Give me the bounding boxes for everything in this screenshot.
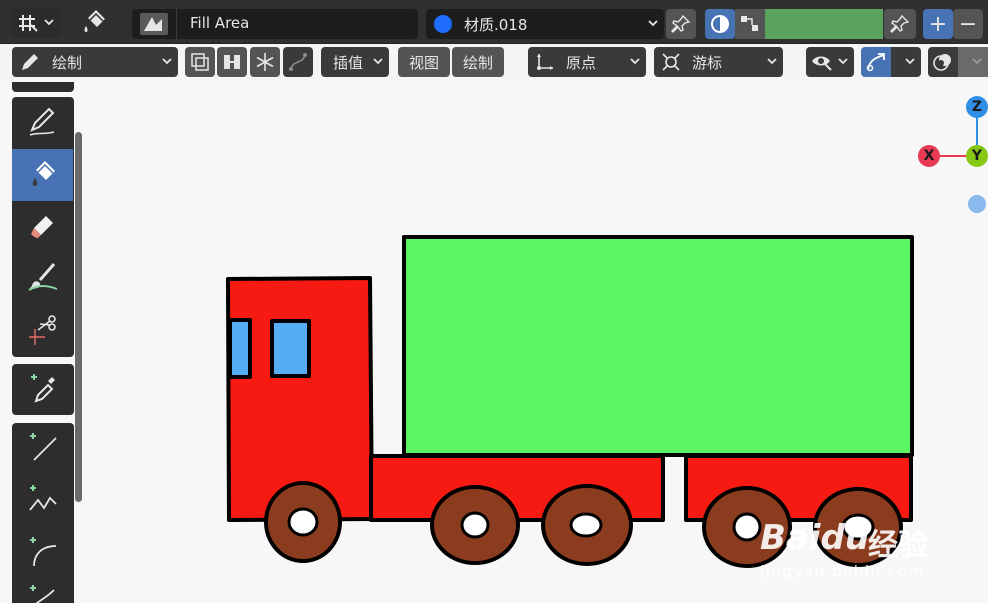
cab-window-front <box>270 319 311 378</box>
watermark-url: jingyan.baidu.com <box>760 562 925 581</box>
grease-pencil-drawing <box>226 235 914 568</box>
cargo-box <box>402 235 914 457</box>
middle-wheel-2 <box>541 484 633 566</box>
cab-window-rear <box>228 318 252 379</box>
truck-drawing <box>226 235 914 568</box>
middle-wheel-1 <box>430 485 520 565</box>
watermark-brand: Baidu <box>760 518 870 558</box>
front-wheel <box>264 481 342 563</box>
blender-window: Fill Area 材质.018 + − 绘制 插值 视图 绘制 原点 游标 Z… <box>0 0 988 603</box>
watermark-text: 经验 <box>868 528 928 563</box>
